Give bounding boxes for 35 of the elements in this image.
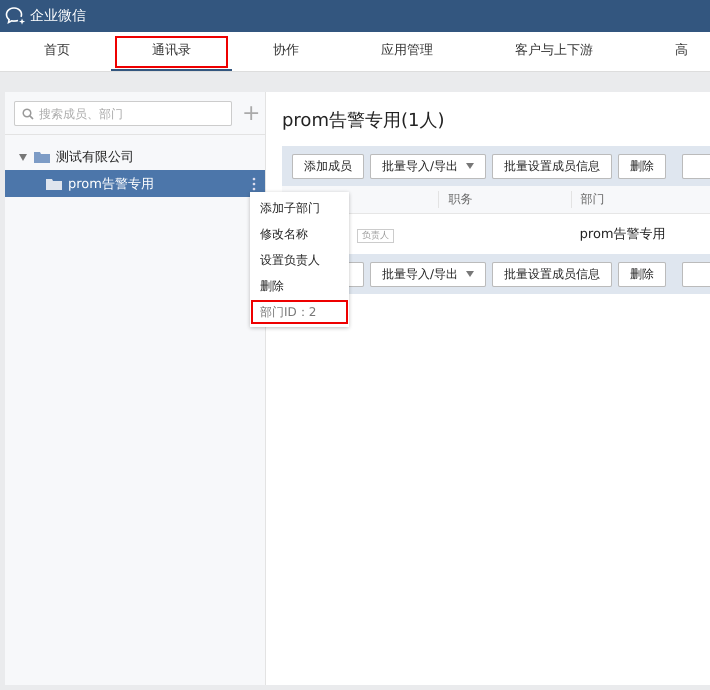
column-header: 职务 — [438, 191, 571, 208]
toolbar-button[interactable]: 添加成员 — [292, 154, 364, 178]
nav-tab[interactable]: 高 — [634, 32, 710, 71]
nav-tab[interactable]: 应用管理 — [340, 32, 474, 71]
toolbar-button[interactable]: 删除 — [618, 262, 666, 286]
caret-icon — [466, 163, 474, 170]
toolbar-button[interactable] — [682, 154, 710, 178]
folder-icon — [34, 150, 50, 162]
table-cell-text: prom告警专用 — [578, 226, 667, 243]
tree-item[interactable]: 测试有限公司 — [5, 143, 265, 170]
toolbar-button[interactable]: 批量导入/导出 — [370, 154, 486, 178]
more-icon[interactable] — [252, 177, 256, 191]
menu-item[interactable]: 添加子部门 — [250, 195, 349, 221]
menu-item[interactable]: 设置负责人 — [250, 247, 349, 273]
folder-icon — [46, 178, 62, 190]
nav-tab[interactable]: 通讯录 — [111, 32, 232, 71]
search-icon — [22, 108, 34, 120]
nav-tab[interactable]: 首页 — [4, 32, 111, 71]
role-tag: 负责人 — [357, 228, 394, 242]
nav-tab[interactable]: 协作 — [232, 32, 340, 71]
toolbar-button[interactable]: 批量设置成员信息 — [492, 262, 612, 286]
toolbar-button[interactable] — [682, 262, 710, 286]
toolbar-button[interactable]: 删除 — [618, 154, 666, 178]
column-header: 部门 — [570, 191, 710, 208]
menu-item[interactable]: 删除 — [250, 273, 349, 299]
nav-tab[interactable]: 客户与上下游 — [474, 32, 634, 71]
caret-icon — [466, 271, 474, 278]
search-field[interactable]: 搜索成员、部门 — [14, 101, 232, 126]
tree-item[interactable]: prom告警专用 — [5, 170, 265, 197]
app-title: 企业微信 — [30, 7, 86, 25]
toolbar-button[interactable]: 批量设置成员信息 — [492, 154, 612, 178]
chat-bubble-icon — [5, 6, 27, 26]
toolbar-button[interactable]: 批量导入/导出 — [370, 262, 486, 286]
department-title: prom告警专用(1人) — [282, 109, 446, 132]
menu-item[interactable]: 修改名称 — [250, 221, 349, 247]
